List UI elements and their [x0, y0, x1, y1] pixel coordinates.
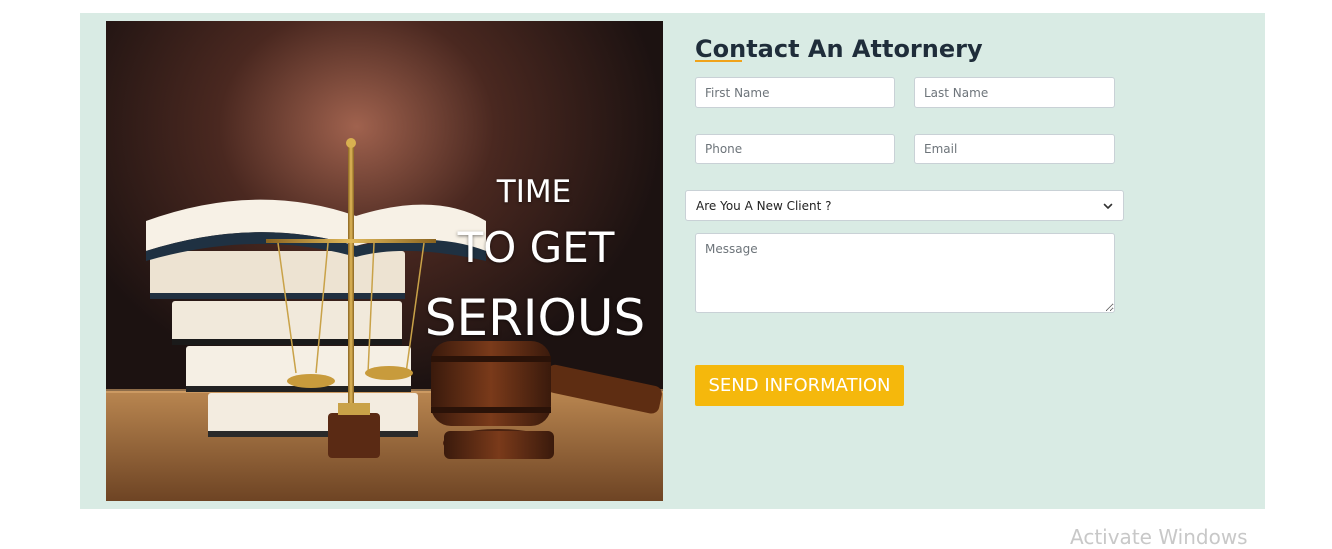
new-client-select[interactable]: Are You A New Client ? — [685, 190, 1124, 221]
hero-heading-line-1: TIME — [496, 174, 572, 210]
form-title: Contact An Attornery — [695, 35, 983, 63]
message-textarea[interactable] — [695, 233, 1115, 313]
phone-input[interactable] — [695, 134, 895, 164]
title-underline-accent — [695, 60, 742, 62]
activate-windows-watermark: Activate Windows — [1070, 525, 1248, 549]
last-name-input[interactable] — [914, 77, 1115, 108]
hero-image: TIME TO GET SERIOUS — [106, 21, 663, 501]
first-name-input[interactable] — [695, 77, 895, 108]
email-input[interactable] — [914, 134, 1115, 164]
hero-heading-line-2: TO GET — [457, 223, 615, 272]
hero-heading-line-3: SERIOUS — [424, 289, 646, 347]
send-information-button[interactable]: SEND INFORMATION — [695, 365, 904, 406]
contact-section: TIME TO GET SERIOUS Contact An Attornery… — [80, 13, 1265, 509]
new-client-select-value: Are You A New Client ? — [696, 199, 832, 213]
chevron-down-icon — [1103, 203, 1113, 209]
